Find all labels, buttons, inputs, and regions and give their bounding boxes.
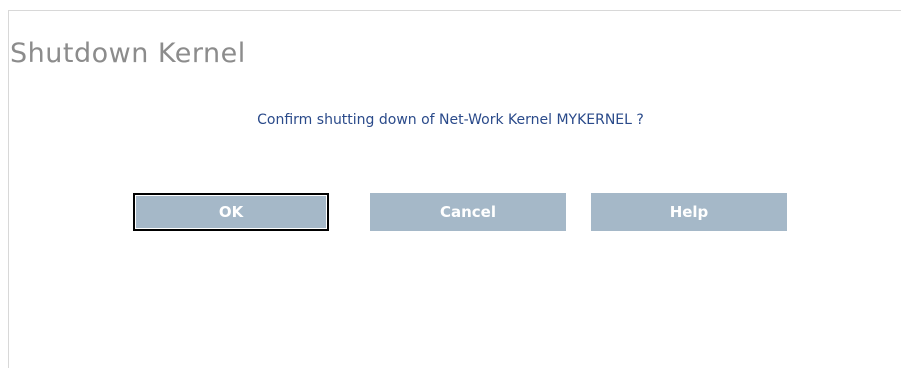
shutdown-kernel-page: Shutdown Kernel Confirm shutting down of… <box>0 0 901 368</box>
confirmation-message: Confirm shutting down of Net-Work Kernel… <box>257 112 644 128</box>
cancel-button[interactable]: Cancel <box>370 193 566 231</box>
ok-button[interactable]: OK <box>133 193 329 231</box>
page-title: Shutdown Kernel <box>10 38 246 69</box>
help-button[interactable]: Help <box>591 193 787 231</box>
